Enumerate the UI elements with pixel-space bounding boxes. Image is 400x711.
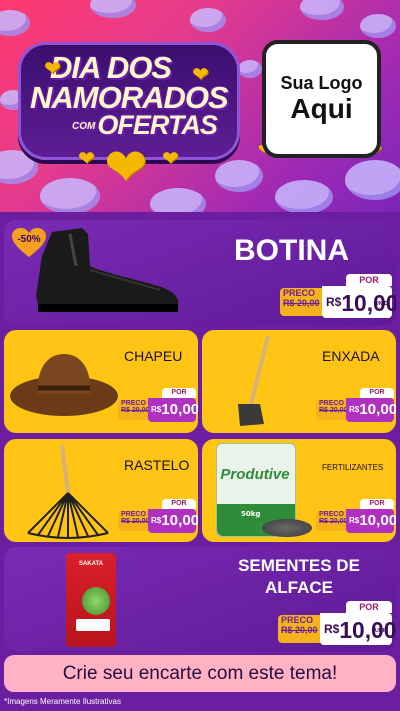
- price-tag: POR PRECO R$ 20,00 R$10,00: [118, 499, 198, 533]
- old-price-box: PRECO R$ 20,00: [316, 400, 349, 420]
- product-name-line-1: SEMENTES DE: [238, 556, 360, 575]
- product-name: SEMENTES DE ALFACE: [204, 555, 394, 599]
- por-label: POR: [162, 499, 196, 509]
- seed-packet-image: SAKATA: [66, 553, 116, 647]
- heart-icon: ❤: [44, 56, 61, 80]
- heart-icon: ❤: [104, 138, 148, 198]
- seed-brand: SAKATA: [78, 561, 104, 567]
- product-name: BOTINA: [234, 234, 349, 267]
- product-name: CHAPEU: [124, 348, 183, 364]
- cloud-decoration: [190, 8, 226, 32]
- logo-text-line-1: Sua Logo: [280, 72, 363, 93]
- boot-image: [36, 228, 179, 312]
- granules-pile: [262, 519, 312, 537]
- product-name-line-2: ALFACE: [265, 578, 333, 597]
- new-price-box: R$10,00: [148, 509, 198, 533]
- product-name: RASTELO: [124, 457, 190, 473]
- heart-icon: ❤: [162, 146, 179, 170]
- hat-image: [10, 354, 118, 416]
- cloud-decoration: [360, 14, 396, 38]
- new-price-box: R$10,00 UNID: [320, 613, 396, 645]
- product-card-chapeu[interactable]: CHAPEU POR PRECO R$ 20,00 R$10,00: [4, 330, 198, 433]
- preco-label: PRECO: [319, 400, 344, 407]
- package-weight: 50kg: [241, 510, 261, 518]
- unit-label: UNID: [374, 301, 388, 307]
- old-price: R$ 20,00: [281, 625, 318, 635]
- currency-label: R$: [151, 516, 162, 526]
- por-label: POR: [346, 601, 392, 613]
- currency-label: R$: [151, 405, 162, 415]
- create-flyer-button[interactable]: Crie seu encarte com este tema!: [4, 655, 396, 692]
- cloud-decoration: [150, 188, 206, 215]
- price-tag: POR PRECO R$ 20,00 R$10,00 UNID: [280, 274, 396, 318]
- new-price: 10,00: [161, 512, 198, 529]
- por-label: POR: [360, 499, 394, 509]
- logo-placeholder[interactable]: Sua Logo Aqui: [262, 40, 381, 158]
- product-name: FERTILIZANTES: [322, 463, 384, 472]
- old-price-box: PRECO R$ 20,00: [118, 511, 151, 531]
- product-name: ENXADA: [322, 348, 380, 364]
- cloud-decoration: [215, 160, 263, 192]
- cloud-decoration: [345, 160, 400, 200]
- hoe-image: [238, 335, 270, 426]
- old-price: R$ 20,00: [121, 407, 150, 414]
- new-price-box: R$10,00: [148, 398, 198, 422]
- old-price-box: PRECO R$ 20,00: [278, 615, 323, 643]
- product-card-enxada[interactable]: ENXADA POR PRECO R$ 20,00 R$10,00: [202, 330, 396, 433]
- old-price: R$ 20,00: [283, 298, 320, 308]
- currency-label: R$: [349, 405, 360, 415]
- cloud-decoration: [90, 0, 136, 18]
- cloud-decoration: [40, 178, 100, 214]
- old-price-box: PRECO R$ 20,00: [118, 400, 151, 420]
- cloud-decoration: [300, 0, 344, 20]
- preco-label: PRECO: [121, 511, 146, 518]
- old-price-box: PRECO R$ 20,00: [316, 511, 349, 531]
- price-tag: POR PRECO R$ 20,00 R$10,00: [316, 388, 396, 422]
- por-label: POR: [162, 388, 196, 398]
- old-price-box: PRECO R$ 20,00: [280, 288, 325, 316]
- new-price-box: R$10,00: [346, 509, 396, 533]
- new-price: 10,00: [161, 401, 198, 418]
- new-price: 10,00: [359, 512, 396, 529]
- rake-image: [27, 444, 109, 539]
- price-tag: POR PRECO R$ 20,00 R$10,00 UNID: [278, 601, 396, 645]
- hero-banner: DIA DOS NAMORADOS COMOFERTAS ❤ ❤ ❤ ❤ ❤ ❤…: [0, 0, 400, 215]
- create-flyer-label: Crie seu encarte com este tema!: [62, 662, 338, 684]
- preco-label: PRECO: [319, 511, 344, 518]
- title-small: COM: [72, 121, 96, 133]
- new-price: 10,00: [359, 401, 396, 418]
- product-card-sementes[interactable]: SAKATA SEMENTES DE ALFACE POR PRECO R$ 2…: [4, 547, 396, 651]
- disclaimer-note: *Imagens Meramente Ilustrativas: [4, 697, 121, 706]
- currency-label: R$: [326, 295, 342, 309]
- old-price: R$ 20,00: [121, 518, 150, 525]
- por-label: POR: [346, 274, 392, 286]
- logo-text-line-2: Aqui: [290, 93, 353, 125]
- old-price: R$ 20,00: [319, 407, 348, 414]
- product-card-botina[interactable]: -50% BOTINA POR PRECO R$ 20,00 R$10,00 U…: [4, 220, 396, 325]
- por-label: POR: [360, 388, 394, 398]
- product-card-rastelo[interactable]: RASTELO POR PRECO R$ 20,00 R$10,00: [4, 439, 198, 542]
- currency-label: R$: [349, 516, 360, 526]
- preco-label: PRECO: [121, 400, 146, 407]
- preco-label: PRECO: [281, 615, 314, 625]
- new-price-box: R$10,00 UNID: [322, 286, 396, 318]
- title-line-3-text: OFERTAS: [97, 110, 218, 140]
- title-line-3: COMOFERTAS: [72, 110, 218, 141]
- price-tag: POR PRECO R$ 20,00 R$10,00: [316, 499, 396, 533]
- unit-label: UNID: [374, 628, 388, 634]
- cloud-decoration: [0, 10, 30, 36]
- fertilizer-brand: Produtive: [220, 466, 290, 483]
- old-price: R$ 20,00: [319, 518, 348, 525]
- preco-label: PRECO: [283, 288, 316, 298]
- cloud-decoration: [275, 180, 333, 214]
- new-price-box: R$10,00: [346, 398, 396, 422]
- heart-icon: ❤: [78, 146, 95, 170]
- heart-icon: ❤: [192, 62, 209, 86]
- cloud-decoration: [238, 60, 262, 78]
- currency-label: R$: [324, 622, 340, 636]
- product-card-fertilizantes[interactable]: Produtive 50kg FERTILIZANTES POR PRECO R…: [202, 439, 396, 542]
- price-tag: POR PRECO R$ 20,00 R$10,00: [118, 388, 198, 422]
